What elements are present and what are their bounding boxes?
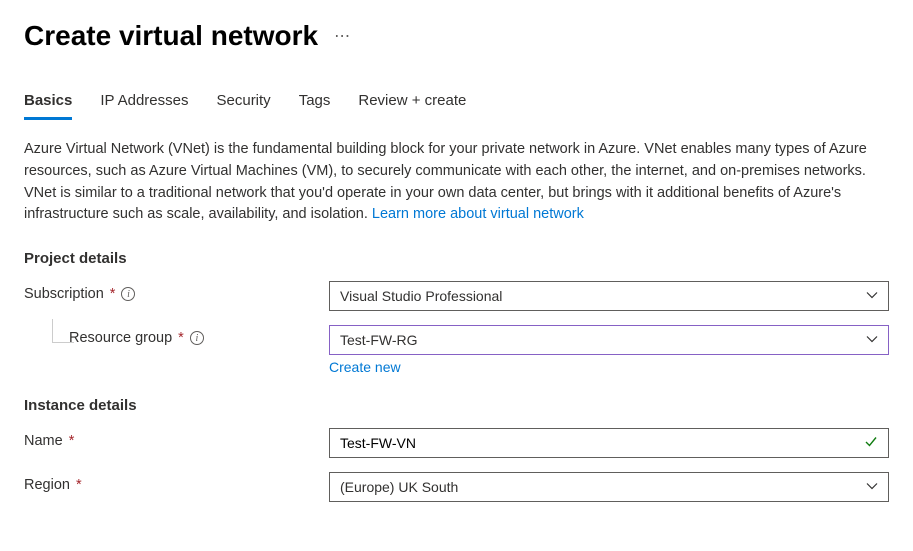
more-actions-button[interactable]: ⋯ — [334, 26, 351, 46]
tab-basics[interactable]: Basics — [24, 92, 72, 120]
resource-group-select[interactable]: Test-FW-RG — [329, 325, 889, 355]
resource-group-label: Resource group — [69, 330, 172, 346]
info-icon[interactable]: i — [190, 331, 204, 345]
required-marker: * — [69, 433, 75, 449]
region-value: (Europe) UK South — [340, 479, 458, 495]
description-text: Azure Virtual Network (VNet) is the fund… — [24, 139, 889, 226]
subscription-label: Subscription — [24, 286, 104, 302]
tab-tags[interactable]: Tags — [299, 92, 331, 120]
section-title-instance: Instance details — [24, 397, 889, 414]
name-label: Name — [24, 433, 63, 449]
region-label: Region — [24, 477, 70, 493]
subscription-value: Visual Studio Professional — [340, 288, 502, 304]
chevron-down-icon — [866, 479, 878, 495]
tree-connector — [52, 319, 74, 343]
region-select[interactable]: (Europe) UK South — [329, 472, 889, 502]
required-marker: * — [178, 330, 184, 346]
name-input-wrapper — [329, 428, 889, 458]
resource-group-value: Test-FW-RG — [340, 332, 418, 348]
required-marker: * — [76, 477, 82, 493]
check-icon — [864, 435, 878, 452]
learn-more-link[interactable]: Learn more about virtual network — [372, 206, 584, 222]
tab-bar: Basics IP Addresses Security Tags Review… — [24, 92, 889, 121]
tab-review-create[interactable]: Review + create — [358, 92, 466, 120]
section-title-project: Project details — [24, 250, 889, 267]
tab-ip-addresses[interactable]: IP Addresses — [100, 92, 188, 120]
subscription-select[interactable]: Visual Studio Professional — [329, 281, 889, 311]
create-new-link[interactable]: Create new — [329, 359, 401, 375]
tab-security[interactable]: Security — [217, 92, 271, 120]
name-input[interactable] — [340, 429, 858, 457]
info-icon[interactable]: i — [121, 287, 135, 301]
required-marker: * — [110, 286, 116, 302]
chevron-down-icon — [866, 288, 878, 304]
chevron-down-icon — [866, 332, 878, 348]
page-title: Create virtual network — [24, 20, 318, 52]
